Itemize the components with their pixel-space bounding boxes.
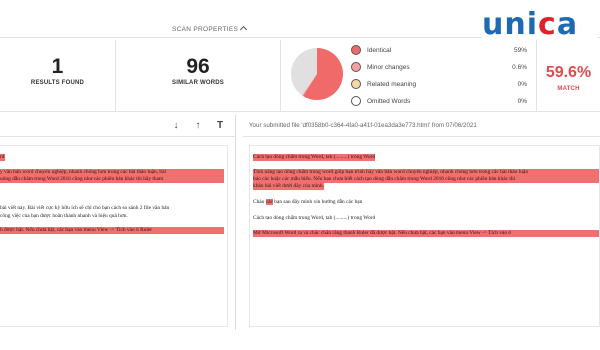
stats-row: 1 RESULTS FOUND 96 SIMILAR WORDS Identic… (0, 40, 600, 112)
scan-properties-label: SCAN PROPERTIES (172, 26, 239, 33)
submitted-panel: Your submitted file 'df0358b0-c364-4fa0-… (243, 115, 600, 330)
submitted-document: Cách tạo dòng chấm trong Word, tab (....… (249, 145, 600, 327)
arrow-up-icon[interactable]: ↑ (192, 120, 204, 132)
match-pie-chart (291, 48, 343, 100)
source-toolbar: ↓ ↑ T (0, 115, 236, 137)
submitted-line-1: Cách tạo dòng chấm trong Word, tab (....… (253, 154, 376, 161)
scan-properties-toggle[interactable]: SCAN PROPERTIES (172, 25, 248, 34)
submitted-line-4: khảo bài viết dưới đây của mình. (253, 183, 324, 190)
results-found-value: 1 (51, 55, 64, 78)
source-line-1: rd (0, 154, 5, 161)
match-legend: Identical 59% Minor changes 0.6% Related… (351, 43, 533, 111)
legend-row-related-meaning: Related meaning 0% (351, 77, 533, 94)
legend-dot-minor-changes (351, 62, 361, 72)
results-found-stat: 1 RESULTS FOUND (0, 40, 116, 112)
source-line-3: uông dẫn chăm trong Word 2016 cũng như c… (0, 176, 224, 183)
submitted-file-info: Your submitted file 'df0358b0-c364-4fa0-… (249, 122, 477, 129)
similar-words-caption: SIMILAR WORDS (172, 80, 224, 86)
match-caption: MATCH (557, 86, 580, 92)
source-line-4: bài viết này. Bài viết cực kỳ hữu ích sẽ… (0, 205, 170, 211)
match-stat: 59.6% MATCH (537, 40, 600, 112)
source-line-6: h được bật. Nếu chưa bật, các bạn vào me… (0, 227, 224, 234)
legend-dot-identical (351, 45, 361, 55)
text-format-icon[interactable]: T (214, 120, 226, 132)
legend-dot-omitted-words (351, 96, 361, 106)
legend-row-omitted-words: Omitted Words 0% (351, 94, 533, 111)
similar-words-stat: 96 SIMILAR WORDS (116, 40, 281, 112)
submitted-line-5: Chào các bạn sau đây mình xin hướng dẫn … (253, 199, 363, 205)
submitted-line-7: Mở Microsoft Word ra và chắc chắn rằng t… (253, 230, 599, 237)
source-document: rd y văn bản word chuyên nghiệp, nhanh c… (0, 145, 228, 327)
unica-logo: unica (482, 8, 597, 44)
legend-dot-related-meaning (351, 79, 361, 89)
similar-words-value: 96 (186, 55, 210, 78)
submitted-line-3: báo các hoặc các mẫu biểu. Nếu bạn chưa … (253, 176, 599, 183)
match-value: 59.6% (545, 64, 592, 81)
submitted-line-2: Tính năng tạo dòng chấm trong word giúp … (253, 169, 599, 176)
match-breakdown: Identical 59% Minor changes 0.6% Related… (281, 40, 537, 112)
submitted-toolbar: Your submitted file 'df0358b0-c364-4fa0-… (243, 115, 600, 137)
results-found-caption: RESULTS FOUND (30, 80, 85, 86)
source-line-5: công việc của bạn được hoàn thành nhanh … (0, 213, 128, 219)
legend-row-identical: Identical 59% (351, 43, 533, 60)
source-panel: ↓ ↑ T rd y văn bản word chuyên nghiệp, n… (0, 115, 236, 330)
submitted-line-6: Cách tạo dòng chấm trong Word, tab (....… (253, 215, 376, 221)
source-line-2: y văn bản word chuyên nghiệp, nhanh chón… (0, 169, 224, 176)
chevron-up-icon (240, 25, 248, 34)
arrow-down-icon[interactable]: ↓ (170, 120, 182, 132)
legend-row-minor-changes: Minor changes 0.6% (351, 60, 533, 77)
